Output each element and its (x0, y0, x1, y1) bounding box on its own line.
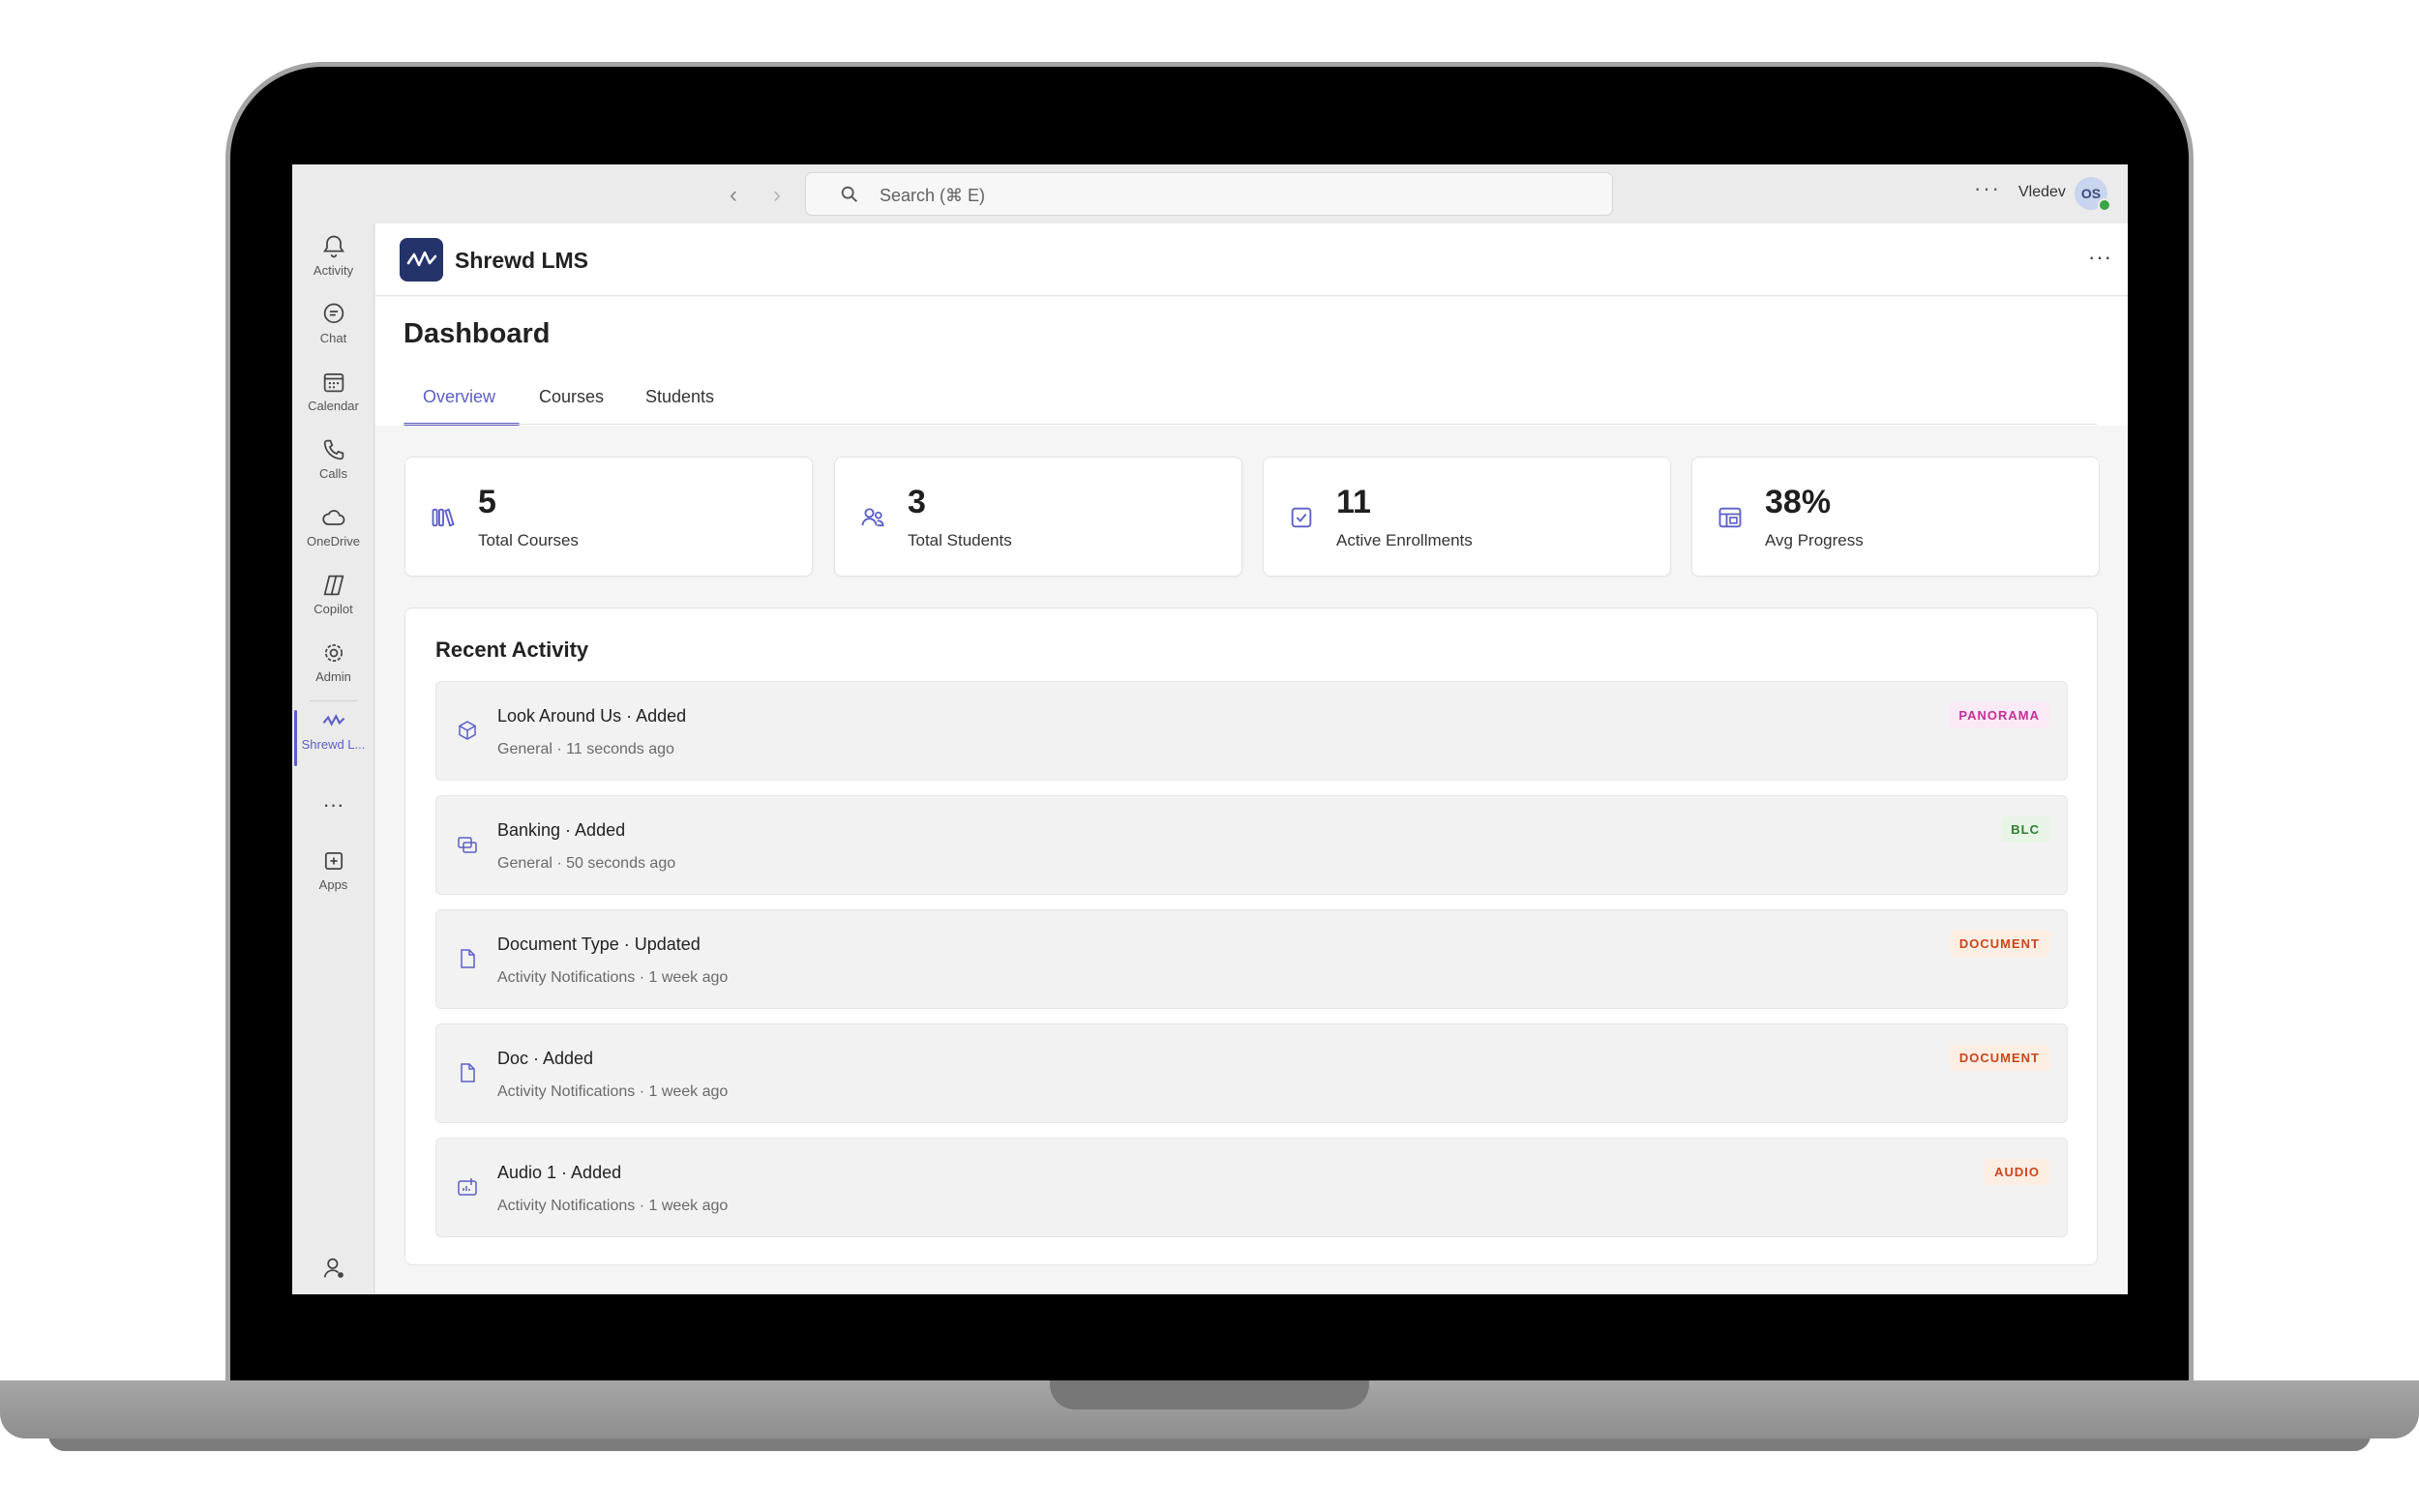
document-icon (461, 1063, 475, 1082)
search-input[interactable]: Search (⌘ E) (805, 172, 1613, 216)
activity-subtitle: Activity Notifications · 1 week ago (497, 1083, 729, 1100)
rail-item-onedrive[interactable]: OneDrive (292, 504, 374, 572)
stat-card-active-enrollments: 11 Active Enrollments (1263, 457, 1671, 577)
activity-title: Document Type · Updated (497, 934, 701, 954)
search-icon (841, 186, 857, 202)
rail-item-activity[interactable]: Activity (292, 233, 374, 301)
rail-label: Copilot (314, 602, 353, 616)
activity-item[interactable]: Look Around Us · Added General · 11 seco… (435, 681, 2068, 781)
stat-value: 38% (1765, 484, 1832, 520)
stat-label: Total Students (908, 531, 1012, 549)
books-icon (432, 508, 455, 527)
activity-title: Doc · Added (497, 1049, 594, 1068)
progress-grid-icon (1718, 507, 1742, 528)
recent-activity-panel: Recent Activity Look Around Us · Added G… (404, 608, 2098, 1265)
activity-subtitle: Activity Notifications · 1 week ago (497, 1198, 729, 1214)
rail-label: OneDrive (307, 534, 360, 548)
users-icon (861, 508, 884, 527)
rail-label: Chat (319, 331, 347, 345)
phone-icon (323, 439, 343, 460)
rail-label: Activity (313, 263, 354, 278)
stat-card-total-students: 3 Total Students (834, 457, 1242, 577)
tab-students[interactable]: Students (645, 387, 714, 407)
layers-icon (458, 837, 477, 853)
rail-label: Shrewd L... (301, 737, 366, 752)
activity-type-badge: BLC (2001, 816, 2049, 843)
title-bar: ‹ › Search (⌘ E) ··· Vledev OS (292, 164, 2128, 223)
more-options-icon[interactable]: ··· (1974, 176, 2001, 201)
rail-item-calendar[interactable]: Calendar (292, 369, 374, 436)
activity-type-badge: DOCUMENT (1949, 1045, 2049, 1071)
activity-subtitle: Activity Notifications · 1 week ago (497, 969, 729, 986)
rail-item-copilot[interactable]: Copilot (292, 572, 374, 639)
cube-icon (459, 721, 476, 740)
tabs-divider (403, 424, 2097, 425)
rail-item-calls[interactable]: Calls (292, 436, 374, 504)
search-placeholder: Search (⌘ E) (880, 186, 986, 205)
activity-title: Banking · Added (497, 820, 626, 840)
rail-label: Admin (315, 669, 351, 684)
activity-subtitle: General · 11 seconds ago (497, 741, 674, 757)
rail-item-admin[interactable]: Admin (292, 639, 374, 707)
rail-divider (310, 700, 357, 701)
copilot-icon (323, 575, 343, 596)
stat-value: 5 (478, 484, 496, 520)
checkbox-icon (1291, 507, 1312, 528)
rail-item-people[interactable] (292, 1255, 374, 1294)
cloud-icon (321, 510, 344, 525)
rail-label: Calls (319, 466, 347, 481)
activity-type-badge: AUDIO (1985, 1159, 2049, 1185)
calendar-icon (323, 372, 343, 393)
app-logo (400, 238, 443, 282)
forward-arrow-icon[interactable]: › (773, 182, 781, 209)
rail-item-apps[interactable]: Apps (292, 847, 374, 915)
shrewd-logo-icon (406, 251, 437, 267)
document-icon (461, 949, 475, 968)
app-more-icon[interactable]: ··· (2088, 245, 2112, 270)
activity-item[interactable]: Audio 1 · Added Activity Notifications ·… (435, 1138, 2068, 1237)
page-title: Dashboard (403, 318, 551, 349)
stat-card-avg-progress: 38% Avg Progress (1691, 457, 2100, 577)
app-rail: Activity Chat Calendar Calls OneDrive Co… (292, 223, 374, 1294)
chat-icon (323, 303, 343, 324)
activity-item[interactable]: Document Type · Updated Activity Notific… (435, 909, 2068, 1009)
app-area: Shrewd LMS ··· Dashboard Overview Course… (375, 223, 2128, 1294)
rail-item-chat[interactable]: Chat (292, 301, 374, 369)
activity-type-badge: PANORAMA (1949, 702, 2049, 728)
presence-status-icon (2098, 198, 2111, 212)
user-name[interactable]: Vledev (2018, 184, 2066, 201)
activity-item[interactable]: Doc · Added Activity Notifications · 1 w… (435, 1023, 2068, 1123)
rail-label: Calendar (308, 399, 359, 413)
app-header: Shrewd LMS ··· (375, 223, 2128, 296)
activity-item[interactable]: Banking · Added General · 50 seconds ago… (435, 795, 2068, 895)
page-header: Dashboard Overview Courses Students (375, 297, 2128, 426)
activity-title: Audio 1 · Added (497, 1163, 622, 1182)
audio-icon (458, 1178, 477, 1196)
activity-title: Look Around Us · Added (497, 706, 687, 726)
stat-card-total-courses: 5 Total Courses (404, 457, 813, 577)
stat-label: Total Courses (478, 531, 579, 549)
activity-subtitle: General · 50 seconds ago (497, 855, 676, 872)
back-arrow-icon[interactable]: ‹ (730, 182, 737, 209)
stat-label: Avg Progress (1765, 531, 1864, 549)
stat-value: 11 (1336, 484, 1371, 520)
rail-label: Apps (318, 877, 348, 892)
laptop-notch (1050, 1380, 1369, 1409)
tab-courses[interactable]: Courses (539, 387, 604, 407)
add-app-icon (324, 851, 343, 871)
rail-more-icon[interactable]: ··· (292, 792, 374, 821)
admin-icon (324, 643, 343, 663)
rail-item-shrewd-lms[interactable]: Shrewd L... (292, 707, 374, 775)
stat-label: Active Enrollments (1336, 531, 1473, 549)
bell-icon (322, 235, 344, 258)
stat-value: 3 (908, 484, 926, 520)
shrewd-wave-icon (322, 714, 344, 726)
panel-title: Recent Activity (435, 637, 589, 662)
activity-type-badge: DOCUMENT (1949, 931, 2049, 957)
screen: ‹ › Search (⌘ E) ··· Vledev OS Activity … (292, 164, 2128, 1294)
app-title: Shrewd LMS (455, 248, 589, 273)
tab-overview[interactable]: Overview (423, 387, 495, 407)
person-settings-icon (323, 1258, 343, 1278)
